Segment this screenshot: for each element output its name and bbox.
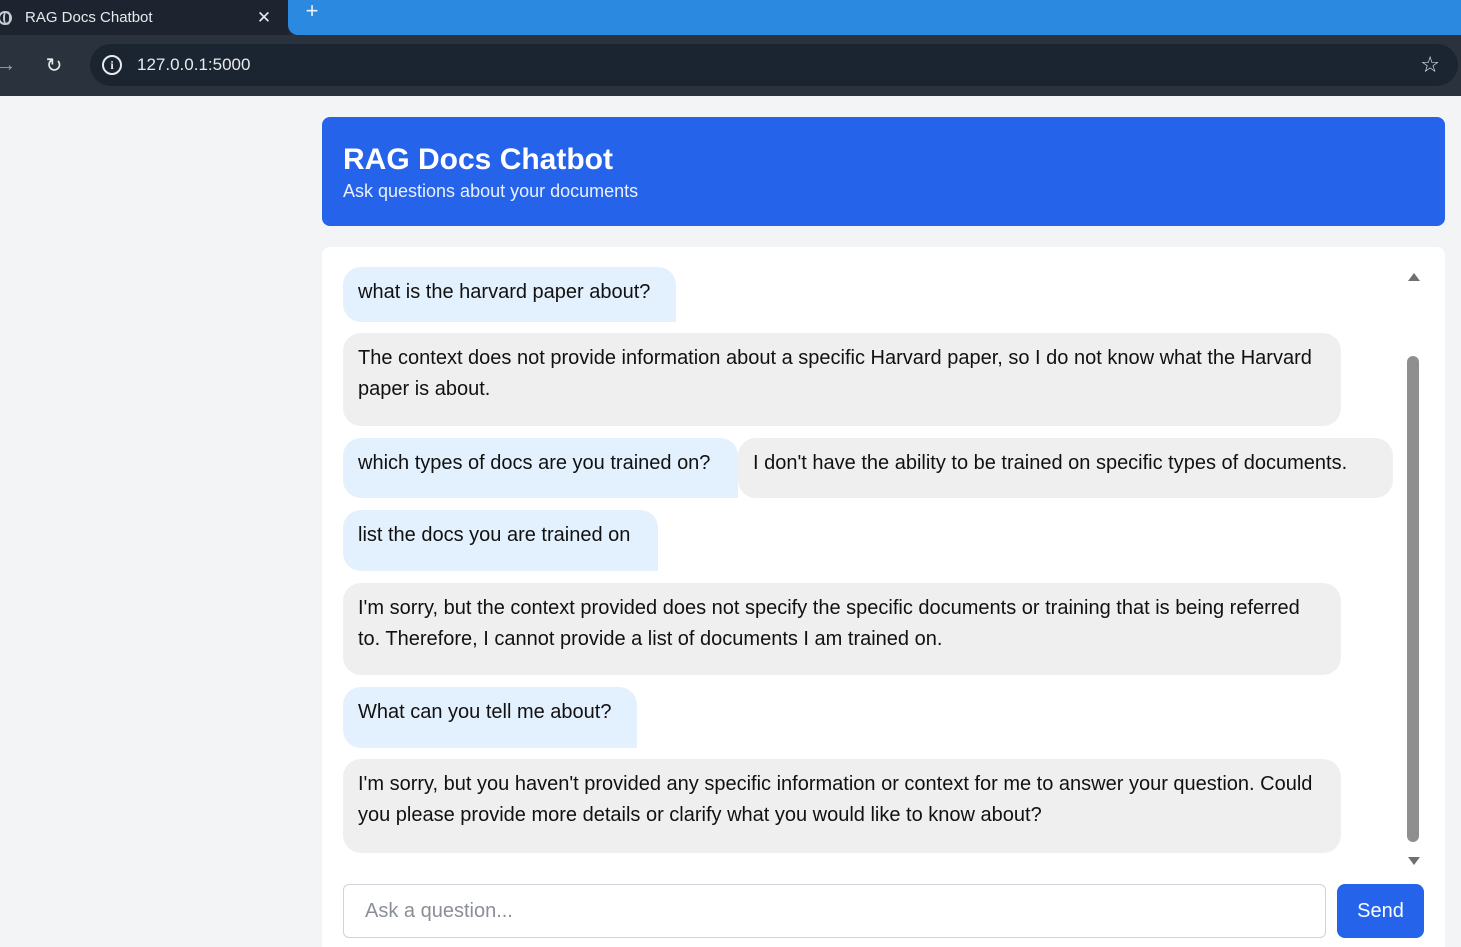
user-message: list the docs you are trained on [343, 510, 658, 571]
bookmark-star-icon[interactable]: ☆ [1420, 52, 1440, 78]
bot-message: I'm sorry, but the context provided does… [343, 583, 1341, 675]
user-message: which types of docs are you trained on? [343, 438, 738, 498]
browser-tab[interactable]: RAG Docs Chatbot ✕ [0, 0, 288, 35]
user-message: what is the harvard paper about? [343, 267, 676, 322]
browser-tab-bar: RAG Docs Chatbot ✕ + [0, 0, 1461, 35]
site-info-icon[interactable]: i [102, 55, 122, 75]
bot-message: The context does not provide information… [343, 333, 1341, 426]
app-header: RAG Docs Chatbot Ask questions about you… [322, 117, 1445, 226]
reload-icon[interactable]: ↻ [43, 54, 65, 77]
bot-message: I'm sorry, but you haven't provided any … [343, 759, 1341, 853]
message-list[interactable]: what is the harvard paper about? The con… [343, 267, 1403, 857]
chat-panel: what is the harvard paper about? The con… [322, 247, 1445, 947]
page-subtitle: Ask questions about your documents [343, 181, 639, 201]
browser-toolbar: → ↻ i 127.0.0.1:5000 ☆ [0, 35, 1461, 96]
question-input[interactable] [343, 884, 1326, 938]
scrollbar-thumb[interactable] [1407, 356, 1419, 842]
scroll-down-arrow-icon[interactable] [1408, 857, 1420, 865]
scroll-up-arrow-icon[interactable] [1408, 273, 1420, 281]
globe-icon [0, 10, 12, 25]
send-button[interactable]: Send [1337, 884, 1424, 938]
messages-scrollbar[interactable] [1405, 267, 1422, 865]
forward-arrow-icon[interactable]: → [0, 54, 18, 76]
chat-input-row: Send [343, 884, 1424, 938]
page-title: RAG Docs Chatbot [343, 143, 613, 176]
user-message: What can you tell me about? [343, 687, 637, 748]
tab-title: RAG Docs Chatbot [25, 9, 153, 26]
tab-strip-background [288, 0, 1461, 35]
address-bar[interactable]: i 127.0.0.1:5000 ☆ [90, 44, 1458, 86]
bot-message: I don't have the ability to be trained o… [738, 438, 1393, 498]
new-tab-button[interactable]: + [300, 0, 324, 23]
url-text[interactable]: 127.0.0.1:5000 [137, 55, 1420, 75]
tab-close-icon[interactable]: ✕ [254, 8, 274, 28]
